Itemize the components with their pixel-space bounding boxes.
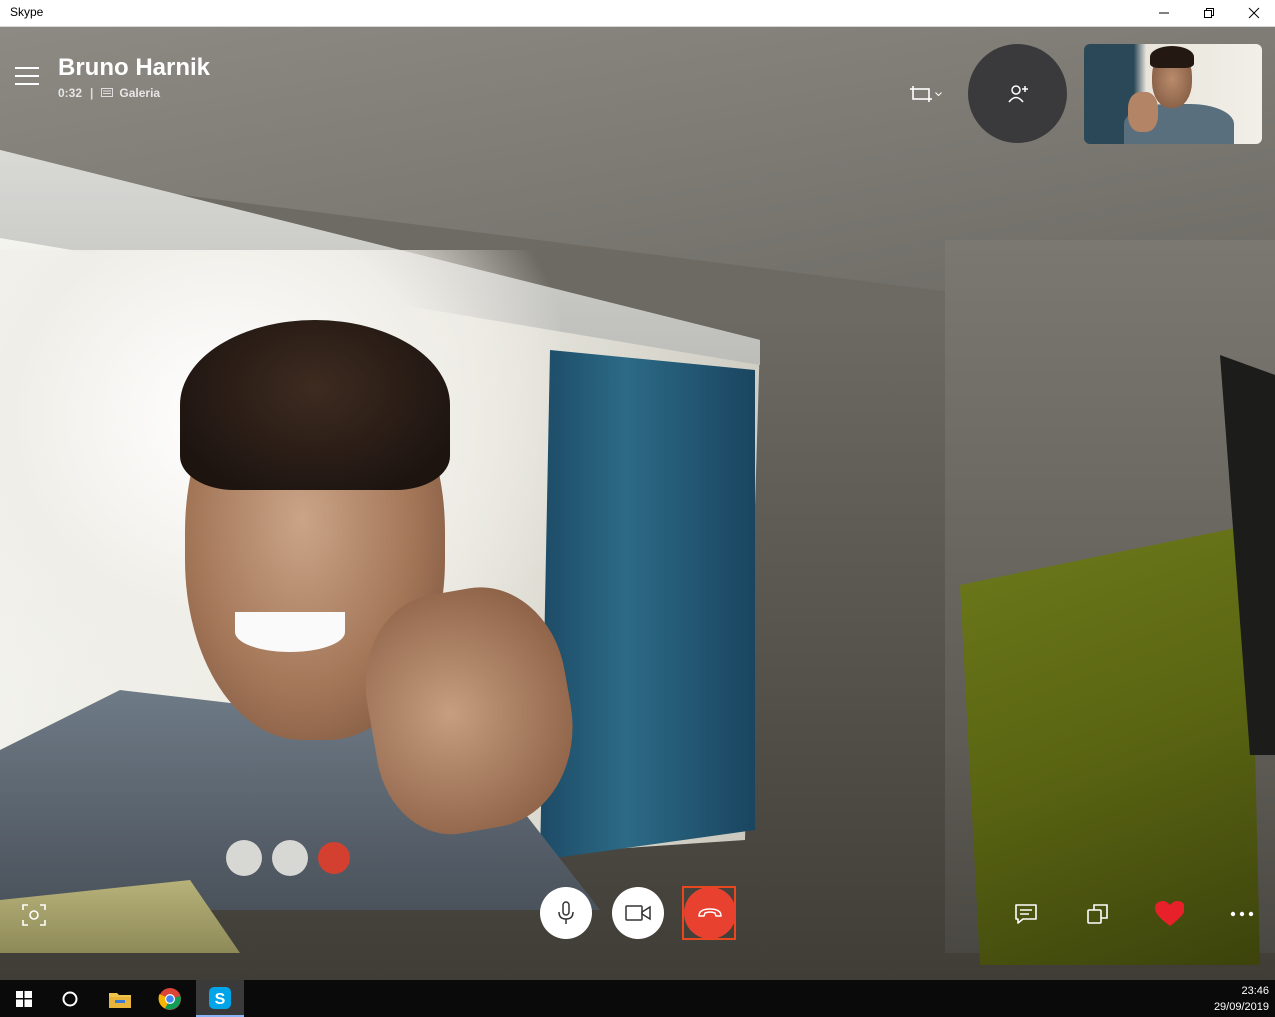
heart-icon	[1155, 901, 1184, 926]
video-camera-icon	[625, 905, 651, 921]
share-screen-icon	[1087, 904, 1108, 924]
chrome-button[interactable]	[146, 980, 194, 1017]
remote-video	[0, 27, 1275, 980]
add-person-icon	[1007, 84, 1028, 102]
contact-name: Bruno Harnik	[58, 54, 211, 81]
call-meta: 0:32 | Galeria	[58, 86, 160, 100]
self-video-preview[interactable]	[1084, 44, 1262, 144]
windows-logo-icon	[16, 990, 32, 1007]
menu-button[interactable]	[15, 67, 39, 87]
hang-up-icon	[698, 908, 722, 917]
aspect-ratio-icon	[910, 86, 932, 102]
meta-separator: |	[90, 86, 94, 100]
hamburger-icon	[15, 67, 39, 85]
view-mode-label[interactable]: Galeria	[119, 86, 160, 100]
mute-button[interactable]	[540, 887, 592, 939]
more-options-button[interactable]	[1227, 899, 1257, 929]
clock-time: 23:46	[1241, 985, 1269, 997]
minimize-icon	[1159, 12, 1169, 14]
minimize-button[interactable]	[1141, 0, 1187, 26]
more-icon	[1230, 911, 1254, 917]
microphone-icon	[558, 901, 574, 924]
svg-text:S: S	[215, 991, 226, 1008]
chat-button[interactable]	[1011, 899, 1041, 929]
title-bar: Skype	[0, 0, 1275, 27]
video-toggle-button[interactable]	[612, 887, 664, 939]
camera-capture-icon	[22, 904, 46, 926]
chrome-icon	[158, 987, 181, 1010]
call-duration: 0:32	[58, 86, 83, 100]
restore-icon	[1204, 8, 1214, 18]
file-explorer-button[interactable]	[96, 980, 144, 1017]
screenshot-button[interactable]	[20, 902, 48, 928]
gallery-icon	[101, 88, 114, 97]
call-view: Bruno Harnik 0:32 | Galeria	[0, 27, 1275, 980]
window-title: Skype	[10, 5, 44, 19]
taskbar-clock[interactable]: 23:46 29/09/2019	[1214, 983, 1269, 1015]
chat-icon	[1015, 904, 1037, 924]
restore-button[interactable]	[1186, 0, 1232, 26]
add-participant-button[interactable]	[968, 44, 1067, 143]
layout-button[interactable]	[905, 80, 947, 108]
clock-date: 29/09/2019	[1213, 1001, 1269, 1013]
start-button[interactable]	[0, 980, 48, 1017]
share-screen-button[interactable]	[1083, 899, 1113, 929]
taskbar: S 23:46 29/09/2019	[0, 980, 1275, 1017]
close-button[interactable]	[1231, 0, 1275, 26]
cortana-icon	[62, 991, 78, 1006]
cortana-button[interactable]	[46, 980, 94, 1017]
folder-icon	[109, 992, 131, 1008]
close-icon	[1248, 7, 1260, 19]
skype-icon: S	[209, 986, 231, 1009]
chevron-down-icon	[935, 91, 942, 96]
react-button[interactable]	[1154, 899, 1184, 929]
hang-up-button[interactable]	[684, 887, 736, 939]
skype-taskbar-button[interactable]: S	[196, 980, 244, 1017]
